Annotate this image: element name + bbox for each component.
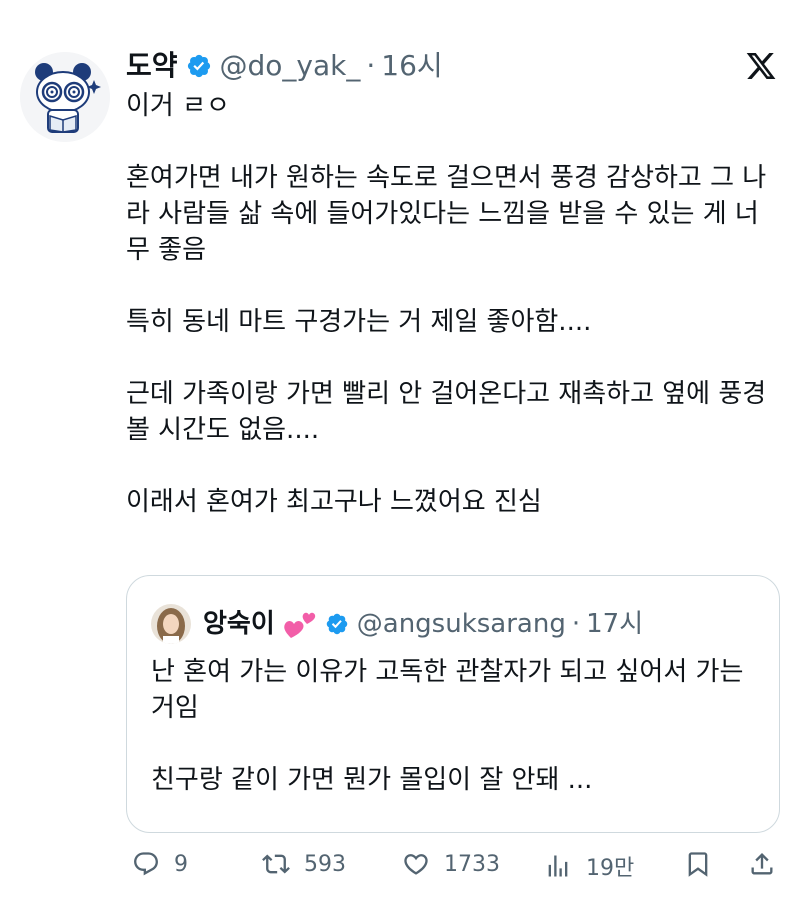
tweet-body: 이거 ㄹㅇ 혼여가면 내가 원하는 속도로 걸으면서 풍경 감상하고 그 나라 … — [126, 88, 776, 520]
tweet-paragraph: 이거 ㄹㅇ — [126, 91, 230, 121]
bookmark-button[interactable] — [684, 850, 712, 878]
like-count: 1733 — [444, 851, 500, 877]
quoted-tweet-body: 난 혼여 가는 이유가 고독한 관찰자가 되고 싶어서 가는 거임 친구랑 같이… — [151, 654, 761, 798]
reply-button[interactable]: 9 — [132, 850, 188, 878]
retweet-button[interactable]: 593 — [262, 850, 346, 878]
verified-badge-icon — [326, 613, 348, 635]
quoted-tweet-card[interactable]: 앙숙이 @angsuksarang · 17시 난 혼여 가는 이유가 고독한 … — [126, 575, 780, 833]
separator-dot: · — [571, 609, 581, 639]
bookmark-icon — [688, 852, 708, 877]
views-count: 19만 — [586, 856, 635, 881]
tweet-paragraph: 근데 가족이랑 가면 빨리 안 걸어온다고 재촉하고 옆에 풍경 볼 시간도 없… — [126, 379, 767, 445]
tweet-time[interactable]: 16시 — [381, 48, 442, 84]
verified-badge-icon — [187, 54, 210, 78]
action-bar: 9 593 1733 19만 — [126, 850, 780, 890]
tweet-paragraph: 혼여가면 내가 원하는 속도로 걸으면서 풍경 감상하고 그 나라 사람들 삶 … — [126, 163, 767, 265]
quoted-tweet-header: 앙숙이 @angsuksarang · 17시 — [151, 604, 643, 644]
reply-count: 9 — [174, 851, 188, 877]
author-display-name[interactable]: 도약 — [126, 48, 178, 84]
views-button[interactable]: 19만 — [544, 850, 634, 882]
separator-dot: · — [366, 49, 376, 82]
heart-icon — [404, 854, 428, 875]
tweet-header: 도약 @do_yak_ · 16시 — [126, 48, 443, 84]
person-avatar-icon — [151, 604, 191, 644]
author-handle[interactable]: @do_yak_ — [220, 48, 361, 84]
retweet-icon — [262, 854, 290, 874]
share-icon — [751, 853, 773, 875]
quoted-paragraph: 난 혼여 가는 이유가 고독한 관찰자가 되고 싶어서 가는 거임 — [151, 657, 744, 723]
quoted-tweet-time[interactable]: 17시 — [586, 607, 643, 641]
two-hearts-icon — [284, 612, 315, 638]
retweet-count: 593 — [304, 851, 346, 877]
quoted-author-avatar[interactable] — [151, 604, 191, 644]
tweet-paragraph: 특히 동네 마트 구경가는 거 제일 좋아함.... — [126, 307, 592, 337]
author-avatar[interactable] — [20, 52, 110, 142]
panda-avatar-icon — [20, 52, 110, 142]
quoted-author-display-name[interactable]: 앙숙이 — [203, 607, 275, 641]
quoted-author-handle[interactable]: @angsuksarang — [357, 607, 566, 641]
share-button[interactable] — [748, 850, 776, 878]
views-icon — [548, 855, 568, 877]
like-button[interactable]: 1733 — [402, 850, 500, 878]
quoted-paragraph: 친구랑 같이 가면 뭔가 몰입이 잘 안돼 ... — [151, 765, 593, 795]
reply-icon — [134, 852, 158, 876]
x-logo-icon[interactable] — [744, 50, 778, 82]
tweet-paragraph: 이래서 혼여가 최고구나 느꼈어요 진심 — [126, 487, 542, 517]
